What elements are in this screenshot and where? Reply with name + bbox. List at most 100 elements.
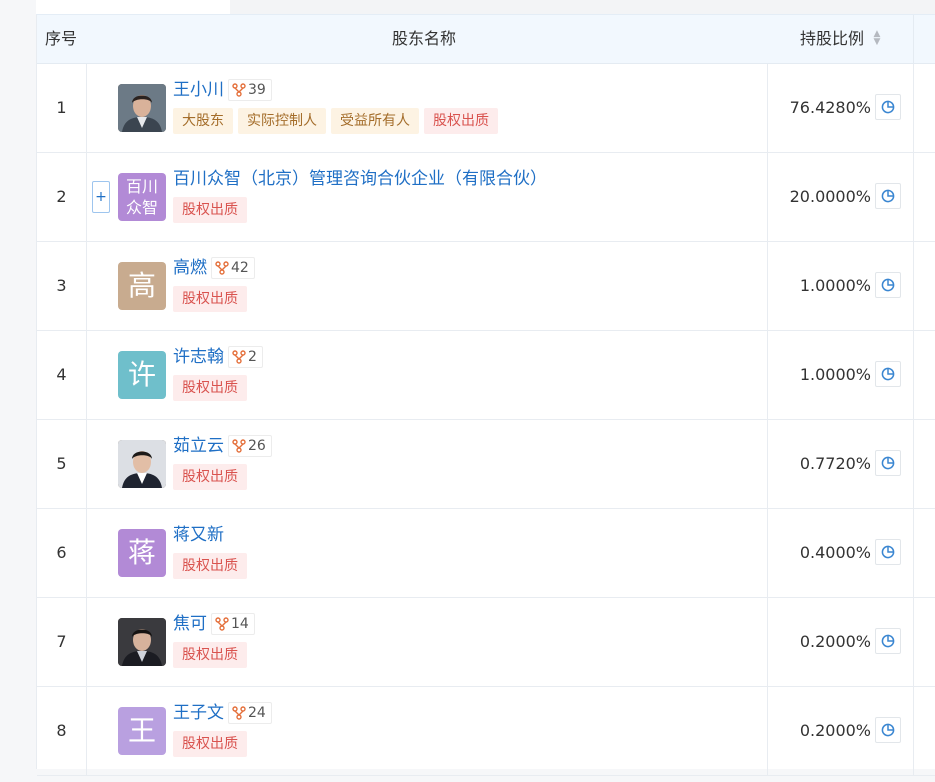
relation-icon <box>232 349 248 365</box>
tag-list: 股权出质 <box>173 553 252 579</box>
table-row: 8 王 王子文 24 股权出质 0.2000% <box>37 687 935 776</box>
tag[interactable]: 受益所有人 <box>331 108 419 134</box>
avatar[interactable]: 百川 众智 <box>118 173 166 221</box>
table-row: 7 焦可 14 股权出质 0.2000% <box>37 598 935 687</box>
shareholder-name-link[interactable]: 高燃 <box>173 256 207 280</box>
tag[interactable]: 股权出质 <box>173 553 247 579</box>
name-line: 许志翰 2 <box>173 345 263 369</box>
column-divider <box>913 64 914 152</box>
share-ratio: 0.2000% <box>799 721 871 740</box>
row-index: 4 <box>56 365 67 384</box>
row-index: 6 <box>56 543 67 562</box>
avatar-photo[interactable] <box>118 84 166 132</box>
row-index: 5 <box>56 454 67 473</box>
expand-button[interactable]: + <box>92 181 110 213</box>
column-divider <box>86 420 87 508</box>
pie-chart-icon[interactable] <box>875 450 901 476</box>
column-divider <box>913 598 914 686</box>
shareholder-name-link[interactable]: 王小川 <box>173 78 224 102</box>
relation-badge[interactable]: 39 <box>228 79 272 101</box>
shareholder-name-link[interactable]: 百川众智（北京）管理咨询合伙企业（有限合伙） <box>173 167 547 191</box>
name-line: 高燃 42 <box>173 256 255 280</box>
share-ratio: 1.0000% <box>799 276 871 295</box>
pie-chart-icon[interactable] <box>875 361 901 387</box>
share-ratio: 1.0000% <box>799 365 871 384</box>
relation-badge[interactable]: 2 <box>228 346 263 368</box>
share-ratio: 0.2000% <box>799 632 871 651</box>
tag-list: 股权出质 <box>173 464 252 490</box>
column-divider <box>913 687 914 775</box>
tag[interactable]: 股权出质 <box>173 375 247 401</box>
relation-icon <box>215 616 231 632</box>
header-ratio[interactable]: 持股比例 <box>800 15 864 63</box>
pie-chart-icon[interactable] <box>875 183 901 209</box>
tag-list: 股权出质 <box>173 731 252 757</box>
column-divider <box>86 242 87 330</box>
tag-list: 大股东 实际控制人 受益所有人 股权出质 <box>173 108 503 134</box>
avatar[interactable]: 高 <box>118 262 166 310</box>
column-divider <box>86 687 87 775</box>
tag[interactable]: 股权出质 <box>173 197 247 223</box>
table-header: 序号 股东名称 持股比例 ▲ ▼ <box>37 15 935 64</box>
relation-icon <box>232 438 248 454</box>
shareholder-table: 序号 股东名称 持股比例 ▲ ▼ 1 王小川 39 大股东 实际控制人 受益所有人 股权出… <box>36 14 935 776</box>
avatar[interactable]: 蒋 <box>118 529 166 577</box>
sort-icon[interactable]: ▲ ▼ <box>872 30 882 48</box>
tag[interactable]: 股权出质 <box>173 464 247 490</box>
shareholder-name-link[interactable]: 蒋又新 <box>173 523 224 547</box>
page: 序号 股东名称 持股比例 ▲ ▼ 1 王小川 39 大股东 实际控制人 受益所有人 股权出… <box>0 0 935 782</box>
column-divider <box>913 420 914 508</box>
name-line: 焦可 14 <box>173 612 255 636</box>
relation-icon <box>215 260 231 276</box>
relation-icon <box>232 82 248 98</box>
shareholder-name-link[interactable]: 茹立云 <box>173 434 224 458</box>
tag-list: 股权出质 <box>173 642 252 668</box>
row-index: 2 <box>56 187 67 206</box>
row-index: 1 <box>56 98 67 117</box>
table-row: 2 + 百川 众智 百川众智（北京）管理咨询合伙企业（有限合伙） 股权出质 20.… <box>37 153 935 242</box>
relation-badge[interactable]: 24 <box>228 702 272 724</box>
pie-chart-icon[interactable] <box>875 628 901 654</box>
row-index: 3 <box>56 276 67 295</box>
shareholder-name-link[interactable]: 焦可 <box>173 612 207 636</box>
relation-badge[interactable]: 14 <box>211 613 255 635</box>
share-ratio: 0.4000% <box>799 543 871 562</box>
tag-list: 股权出质 <box>173 286 252 312</box>
shareholder-name-link[interactable]: 许志翰 <box>173 345 224 369</box>
relation-count: 26 <box>248 438 266 454</box>
relation-icon <box>232 705 248 721</box>
relation-badge[interactable]: 42 <box>211 257 255 279</box>
relation-count: 14 <box>231 616 249 632</box>
tag[interactable]: 股权出质 <box>173 731 247 757</box>
column-divider <box>86 64 87 152</box>
share-ratio: 76.4280% <box>789 98 871 117</box>
avatar[interactable]: 许 <box>118 351 166 399</box>
table-body: 1 王小川 39 大股东 实际控制人 受益所有人 股权出质 76.4280% 2 + 百… <box>37 64 935 776</box>
avatar-photo[interactable] <box>118 618 166 666</box>
row-index: 7 <box>56 632 67 651</box>
tag[interactable]: 股权出质 <box>424 108 498 134</box>
avatar[interactable]: 王 <box>118 707 166 755</box>
header-index: 序号 <box>45 29 78 48</box>
tag-list: 股权出质 <box>173 197 252 223</box>
row-index: 8 <box>56 721 67 740</box>
tag[interactable]: 股权出质 <box>173 642 247 668</box>
column-divider <box>86 153 87 241</box>
avatar-photo[interactable] <box>118 440 166 488</box>
pie-chart-icon[interactable] <box>875 272 901 298</box>
table-row: 6 蒋 蒋又新 股权出质 0.4000% <box>37 509 935 598</box>
pie-chart-icon[interactable] <box>875 717 901 743</box>
table-row: 5 茹立云 26 股权出质 0.7720% <box>37 420 935 509</box>
tag[interactable]: 实际控制人 <box>238 108 326 134</box>
top-tab[interactable] <box>36 0 231 14</box>
header-next-column <box>913 15 935 63</box>
top-strip <box>230 0 935 14</box>
tag[interactable]: 大股东 <box>173 108 233 134</box>
shareholder-name-link[interactable]: 王子文 <box>173 701 224 725</box>
relation-badge[interactable]: 26 <box>228 435 272 457</box>
column-divider <box>86 509 87 597</box>
tag[interactable]: 股权出质 <box>173 286 247 312</box>
name-line: 王小川 39 <box>173 78 272 102</box>
pie-chart-icon[interactable] <box>875 94 901 120</box>
pie-chart-icon[interactable] <box>875 539 901 565</box>
